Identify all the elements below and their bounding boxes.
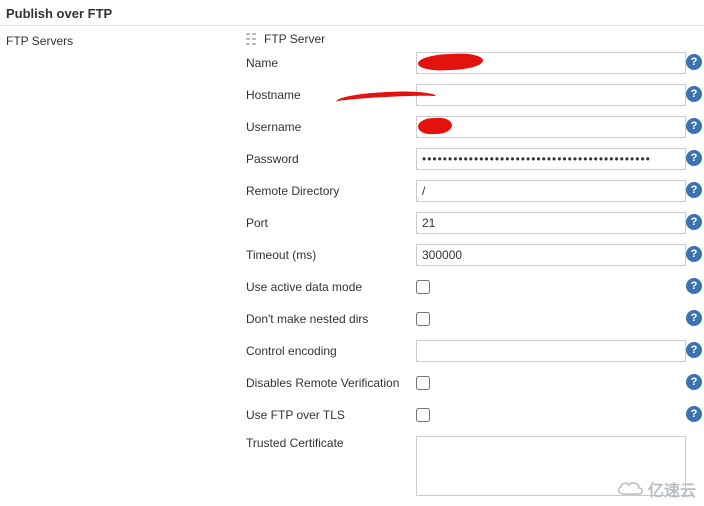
name-input[interactable] <box>416 52 686 74</box>
disable-verification-checkbox[interactable] <box>416 376 430 390</box>
remote-directory-label: Remote Directory <box>246 184 416 198</box>
help-icon[interactable]: ? <box>686 406 702 422</box>
help-icon[interactable]: ? <box>686 342 702 358</box>
row-name: Name ? <box>246 52 698 74</box>
cloud-icon <box>615 480 645 498</box>
help-icon[interactable]: ? <box>686 118 702 134</box>
drag-handle-icon[interactable] <box>246 33 258 45</box>
nested-dirs-checkbox[interactable] <box>416 312 430 326</box>
help-icon[interactable]: ? <box>686 246 702 262</box>
port-label: Port <box>246 216 416 230</box>
help-icon[interactable]: ? <box>686 150 702 166</box>
help-icon[interactable]: ? <box>686 278 702 294</box>
row-hostname: Hostname ? <box>246 84 698 106</box>
control-encoding-input[interactable] <box>416 340 686 362</box>
hostname-input[interactable] <box>416 84 686 106</box>
left-column: FTP Servers <box>6 30 246 506</box>
active-mode-label: Use active data mode <box>246 280 416 294</box>
row-active-mode: Use active data mode ? <box>246 276 698 298</box>
password-label: Password <box>246 152 416 166</box>
ftp-servers-label: FTP Servers <box>6 34 73 48</box>
port-input[interactable] <box>416 212 686 234</box>
form-container: FTP Servers FTP Server Name ? Hostname ? <box>0 30 704 506</box>
help-icon[interactable]: ? <box>686 182 702 198</box>
ftp-tls-checkbox[interactable] <box>416 408 430 422</box>
row-port: Port ? <box>246 212 698 234</box>
remote-directory-input[interactable] <box>416 180 686 202</box>
watermark-text: 亿速云 <box>648 477 696 501</box>
nested-dirs-label: Don't make nested dirs <box>246 312 416 326</box>
row-disable-verification: Disables Remote Verification ? <box>246 372 698 394</box>
active-mode-checkbox[interactable] <box>416 280 430 294</box>
disable-verification-label: Disables Remote Verification <box>246 376 416 390</box>
help-icon[interactable]: ? <box>686 214 702 230</box>
timeout-input[interactable] <box>416 244 686 266</box>
username-input[interactable] <box>416 116 686 138</box>
password-input[interactable] <box>416 148 686 170</box>
ftp-server-header: FTP Server <box>246 32 698 46</box>
watermark: 亿速云 <box>615 477 696 501</box>
row-timeout: Timeout (ms) ? <box>246 244 698 266</box>
username-label: Username <box>246 120 416 134</box>
control-encoding-label: Control encoding <box>246 344 416 358</box>
name-label: Name <box>246 56 416 70</box>
row-username: Username ? <box>246 116 698 138</box>
row-remote-directory: Remote Directory ? <box>246 180 698 202</box>
help-icon[interactable]: ? <box>686 54 702 70</box>
hostname-label: Hostname <box>246 88 416 102</box>
row-control-encoding: Control encoding ? <box>246 340 698 362</box>
help-icon[interactable]: ? <box>686 310 702 326</box>
help-icon[interactable]: ? <box>686 374 702 390</box>
row-password: Password ? <box>246 148 698 170</box>
trusted-cert-label: Trusted Certificate <box>246 436 416 450</box>
ftp-tls-label: Use FTP over TLS <box>246 408 416 422</box>
section-title: Publish over FTP <box>0 0 704 26</box>
ftp-server-label: FTP Server <box>264 32 325 46</box>
row-ftp-tls: Use FTP over TLS ? <box>246 404 698 426</box>
row-nested-dirs: Don't make nested dirs ? <box>246 308 698 330</box>
help-icon[interactable]: ? <box>686 86 702 102</box>
right-column: FTP Server Name ? Hostname ? Username <box>246 30 698 506</box>
timeout-label: Timeout (ms) <box>246 248 416 262</box>
